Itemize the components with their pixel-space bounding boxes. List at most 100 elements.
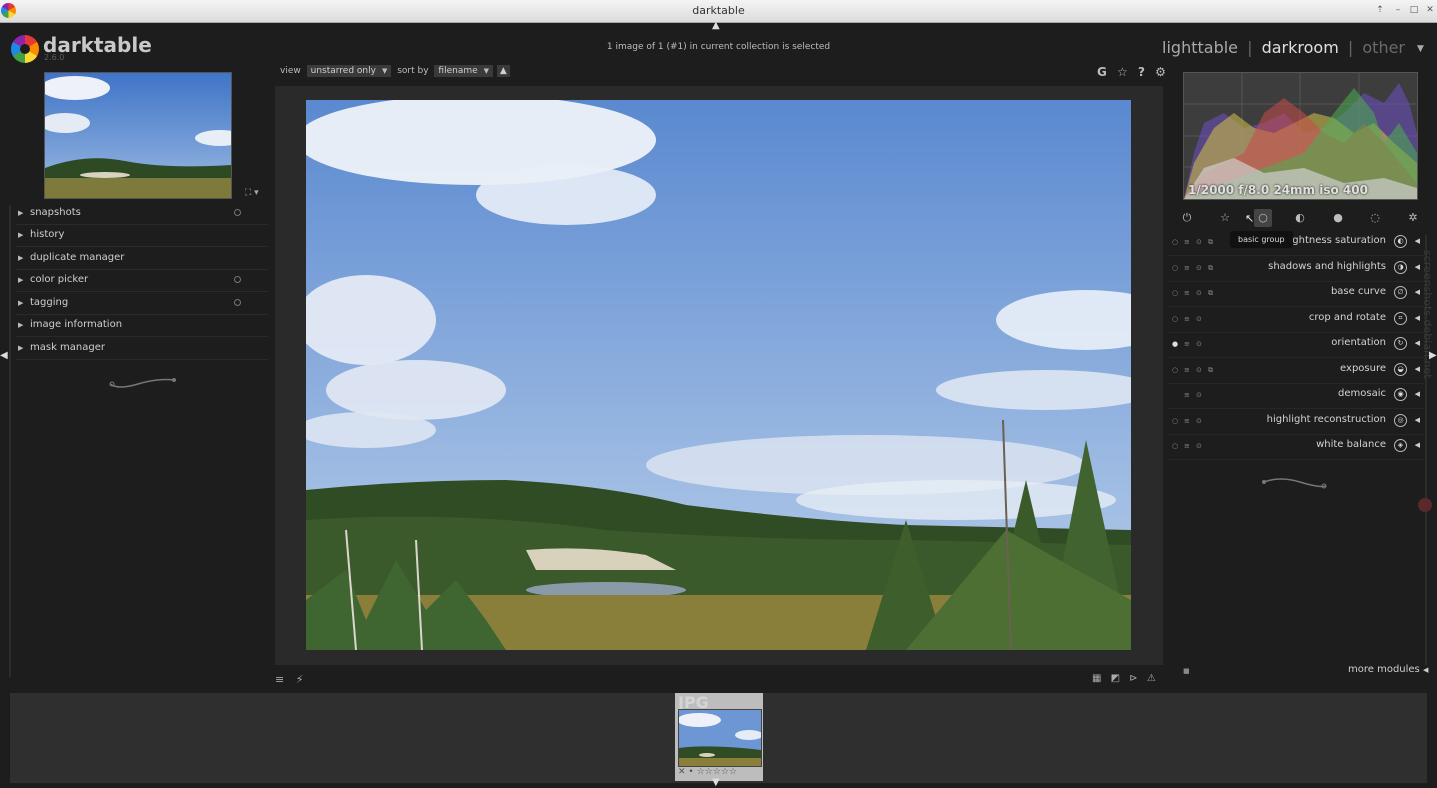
right-panel-toggle-icon[interactable]: ▶ bbox=[1429, 350, 1437, 361]
module-duplicate-manager[interactable]: ▶ duplicate manager bbox=[16, 249, 268, 270]
bottom-panel-toggle-icon[interactable]: ▼ bbox=[712, 777, 720, 788]
module-group-active-icon[interactable]: ⏻ bbox=[1178, 209, 1196, 227]
power-on-icon[interactable]: ● bbox=[1172, 340, 1178, 348]
mouse-cursor-icon: ↖ bbox=[1245, 212, 1255, 225]
expand-icon: ▶ bbox=[18, 321, 24, 329]
main-image[interactable] bbox=[306, 100, 1131, 650]
views-dropdown-icon[interactable]: ▼ bbox=[1417, 44, 1424, 54]
reset-icon[interactable]: ⊙ bbox=[1196, 391, 1202, 399]
multi-instance-icon[interactable]: ⧉ bbox=[1208, 238, 1213, 247]
close-icon[interactable]: ✕ bbox=[1424, 4, 1436, 16]
presets-icon[interactable]: ≡ bbox=[1184, 315, 1190, 323]
module-shadows-highlights[interactable]: ○ ≡ ⊙ ⧉ shadows and highlights ◑ ◀ bbox=[1168, 256, 1424, 282]
more-modules-button[interactable]: more modules ◀ bbox=[1348, 664, 1428, 675]
panel-end-ornament bbox=[108, 372, 178, 396]
module-group-basic-icon[interactable]: ○ bbox=[1254, 209, 1272, 227]
module-icon: ◎ bbox=[1394, 414, 1407, 427]
grouping-icon[interactable]: G bbox=[1097, 65, 1107, 79]
navigation-zoom-icon[interactable]: ⛶ ▾ bbox=[245, 188, 259, 198]
presets-icon[interactable]: ≡ bbox=[1184, 417, 1190, 425]
module-color-picker[interactable]: ▶ color picker bbox=[16, 271, 268, 292]
star-icon[interactable]: ☆ bbox=[1117, 65, 1128, 79]
reset-icon[interactable]: ⊙ bbox=[1196, 366, 1202, 374]
histogram[interactable] bbox=[1183, 72, 1418, 200]
module-crop-rotate[interactable]: ○ ≡ ⊙ crop and rotate ⌗ ◀ bbox=[1168, 307, 1424, 333]
gear-icon[interactable]: ⚙ bbox=[1155, 65, 1166, 79]
help-icon[interactable]: ? bbox=[1138, 65, 1145, 79]
module-mask-manager[interactable]: ▶ mask manager bbox=[16, 339, 268, 360]
module-group-effect-icon[interactable]: ✲ bbox=[1404, 209, 1422, 227]
minimize-icon[interactable]: – bbox=[1392, 4, 1404, 16]
module-demosaic[interactable]: ≡ ⊙ demosaic ◉ ◀ bbox=[1168, 383, 1424, 409]
multi-instance-icon[interactable]: ⧉ bbox=[1208, 366, 1213, 375]
power-icon[interactable]: ○ bbox=[1172, 264, 1178, 272]
gamut-check-icon[interactable]: ⊳ bbox=[1129, 673, 1137, 684]
module-exposure[interactable]: ○ ≡ ⊙ ⧉ exposure ◒ ◀ bbox=[1168, 358, 1424, 384]
sort-order-button[interactable]: ▲ bbox=[496, 65, 510, 77]
presets-menu-icon[interactable]: ≡ bbox=[275, 673, 284, 686]
multi-instance-icon[interactable]: ⧉ bbox=[1208, 289, 1213, 298]
power-icon[interactable]: ○ bbox=[1172, 417, 1178, 425]
module-label: orientation bbox=[1331, 337, 1386, 348]
presets-icon[interactable]: ≡ bbox=[1184, 366, 1190, 374]
styles-icon[interactable]: ⚡ bbox=[296, 673, 304, 686]
presets-icon[interactable]: ≡ bbox=[1184, 264, 1190, 272]
softproof-icon[interactable]: ◩ bbox=[1111, 673, 1120, 684]
star-rating[interactable]: ☆☆☆☆☆ bbox=[697, 767, 737, 777]
power-icon[interactable]: ○ bbox=[1172, 238, 1178, 246]
reset-icon[interactable]: ⊙ bbox=[1196, 315, 1202, 323]
reset-icon[interactable]: ⊙ bbox=[1196, 238, 1202, 246]
power-icon[interactable]: ○ bbox=[1172, 442, 1178, 450]
reset-icon[interactable]: ⊙ bbox=[1196, 442, 1202, 450]
navigation-thumbnail[interactable] bbox=[40, 72, 245, 199]
view-lighttable[interactable]: lighttable bbox=[1162, 38, 1238, 57]
module-orientation[interactable]: ● ≡ ⊙ orientation ↻ ◀ bbox=[1168, 332, 1424, 358]
presets-icon[interactable]: ≡ bbox=[1184, 442, 1190, 450]
module-tagging[interactable]: ▶ tagging bbox=[16, 294, 268, 315]
module-group-favorites-icon[interactable]: ☆ bbox=[1216, 209, 1234, 227]
top-panel-toggle-icon[interactable]: ▲ bbox=[712, 20, 720, 31]
presets-icon[interactable]: ≡ bbox=[1184, 340, 1190, 348]
presets-icon[interactable]: ≡ bbox=[1184, 391, 1190, 399]
view-filter-select[interactable]: unstarred only ▼ bbox=[306, 65, 392, 77]
reset-icon[interactable]: ⊙ bbox=[1196, 417, 1202, 425]
module-highlight-reconstruction[interactable]: ○ ≡ ⊙ highlight reconstruction ◎ ◀ bbox=[1168, 409, 1424, 435]
power-icon[interactable]: ○ bbox=[1172, 289, 1178, 297]
module-history[interactable]: ▶ history bbox=[16, 226, 268, 247]
presets-icon[interactable]: ≡ bbox=[1184, 289, 1190, 297]
sort-select[interactable]: filename ▼ bbox=[434, 65, 494, 77]
reset-icon[interactable]: ⊙ bbox=[1196, 264, 1202, 272]
module-white-balance[interactable]: ○ ≡ ⊙ white balance ◈ ◀ bbox=[1168, 434, 1424, 460]
maximize-icon[interactable]: □ bbox=[1408, 4, 1420, 16]
filmstrip-image[interactable] bbox=[678, 709, 762, 767]
module-snapshots[interactable]: ▶ snapshots bbox=[16, 204, 268, 225]
module-group-tone-icon[interactable]: ◐ bbox=[1291, 209, 1309, 227]
module-group-correct-icon[interactable]: ◌ bbox=[1366, 209, 1384, 227]
overexposed-warning-icon[interactable]: ⚠ bbox=[1147, 673, 1156, 684]
window-up-icon[interactable]: ⇡ bbox=[1374, 4, 1386, 16]
presets-icon[interactable] bbox=[234, 276, 241, 283]
power-icon[interactable]: ○ bbox=[1172, 366, 1178, 374]
module-image-information[interactable]: ▶ image information bbox=[16, 316, 268, 337]
reject-icon[interactable]: ✕ bbox=[678, 767, 686, 777]
expand-arrow-icon[interactable]: ◀ bbox=[1415, 237, 1420, 245]
view-separator: | bbox=[1247, 38, 1253, 57]
module-lightness-saturation[interactable]: ○ ≡ ⊙ ⧉ lightness saturation ◐ ◀ bbox=[1168, 230, 1424, 256]
view-darkroom[interactable]: darkroom bbox=[1262, 38, 1339, 57]
left-panel-scrollbar[interactable] bbox=[9, 205, 11, 677]
presets-icon[interactable]: ≡ bbox=[1184, 238, 1190, 246]
reset-icon[interactable]: ⊙ bbox=[1196, 289, 1202, 297]
power-icon[interactable]: ○ bbox=[1172, 315, 1178, 323]
presets-icon[interactable] bbox=[234, 209, 241, 216]
reset-icon[interactable]: ⊙ bbox=[1196, 340, 1202, 348]
chevron-down-icon: ▼ bbox=[381, 67, 388, 75]
module-group-color-icon[interactable]: ● bbox=[1329, 209, 1347, 227]
multi-instance-icon[interactable]: ⧉ bbox=[1208, 264, 1213, 273]
left-panel-toggle-icon[interactable]: ◀ bbox=[0, 350, 8, 361]
presets-icon[interactable] bbox=[234, 299, 241, 306]
module-base-curve[interactable]: ○ ≡ ⊙ ⧉ base curve ∅ ◀ bbox=[1168, 281, 1424, 307]
view-other[interactable]: other bbox=[1362, 38, 1405, 57]
more-modules-label: more modules bbox=[1348, 664, 1420, 675]
expand-icon: ▶ bbox=[18, 344, 24, 352]
color-assessment-icon[interactable]: ▦ bbox=[1092, 673, 1101, 684]
